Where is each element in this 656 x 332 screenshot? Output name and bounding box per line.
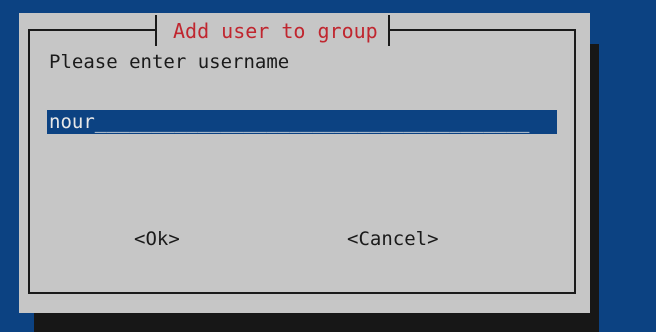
cancel-button[interactable]: <Cancel>: [347, 227, 439, 251]
button-row: <Ok> <Cancel>: [19, 227, 590, 251]
add-user-dialog: Add user to group Please enter username …: [19, 13, 590, 313]
username-fill: ______________________________________: [94, 111, 530, 133]
dialog-title-bar: Add user to group: [155, 15, 390, 46]
ok-button[interactable]: <Ok>: [134, 227, 180, 251]
username-value: nour: [49, 111, 95, 133]
dialog-title: Add user to group: [173, 18, 378, 43]
prompt-label: Please enter username: [49, 51, 290, 73]
username-input[interactable]: nour____________________________________…: [47, 110, 557, 134]
